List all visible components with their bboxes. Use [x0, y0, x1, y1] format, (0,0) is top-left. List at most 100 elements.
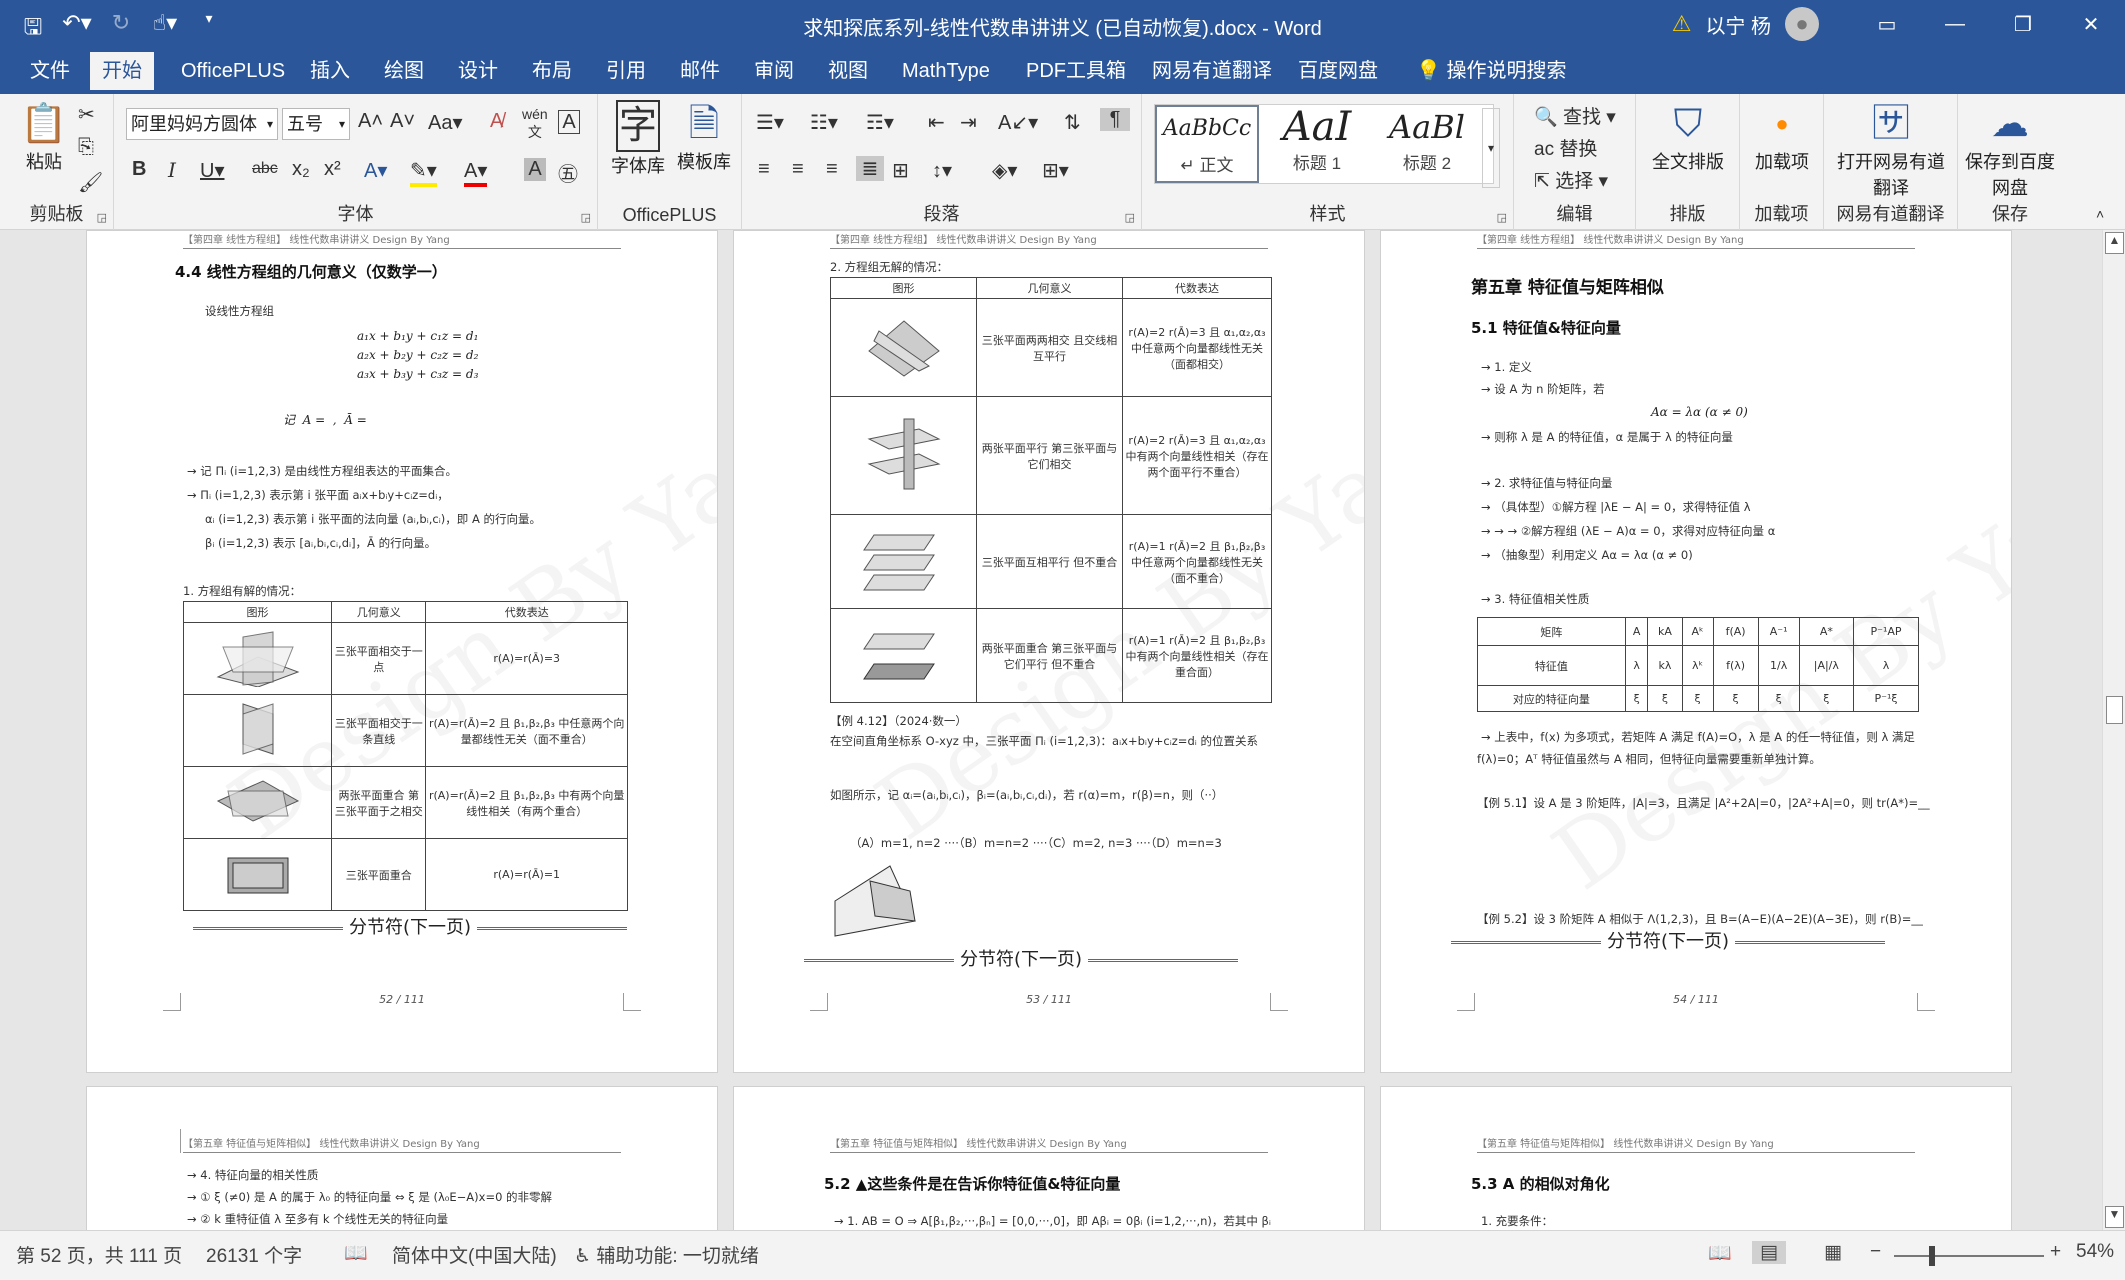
language[interactable]: 简体中文(中国大陆) — [392, 1241, 557, 1268]
save-baidu-button[interactable]: ☁ 保存到百度网盘 — [1964, 100, 2056, 200]
page-54[interactable]: 【第四章 线性方程组】 线性代数串讲讲义 Design By Yang Desi… — [1380, 230, 2012, 1073]
scroll-down-icon[interactable]: ▼ — [2105, 1206, 2124, 1228]
zoom-in-icon[interactable]: + — [2050, 1241, 2061, 1263]
chinese-layout-icon[interactable]: A↙▾ — [998, 110, 1038, 135]
minimize-button[interactable]: — — [1921, 13, 1989, 36]
open-youdao-button[interactable]: 🈂 打开网易有道翻译 — [1830, 100, 1952, 200]
vertical-scrollbar[interactable]: ▲ ▼ — [2102, 230, 2125, 1230]
justify-icon[interactable]: ≣ — [856, 156, 884, 181]
tab-layout[interactable]: 布局 — [526, 56, 578, 94]
word-count[interactable]: 26131 个字 — [206, 1241, 302, 1268]
superscript-button[interactable]: x² — [324, 158, 341, 181]
tab-baidu[interactable]: 百度网盘 — [1292, 56, 1384, 94]
proofing-icon[interactable]: 📖 — [344, 1241, 368, 1265]
load-addin-button[interactable]: ● 加载项 — [1748, 100, 1816, 174]
style-heading-2[interactable]: AaBl 标题 2 — [1375, 105, 1479, 183]
font-library-button[interactable]: 字字体库 — [608, 100, 668, 178]
distributed-icon[interactable]: ⊞ — [892, 158, 909, 183]
template-library-button[interactable]: 🗎 模板库 — [674, 100, 734, 174]
line-spacing-icon[interactable]: ↕▾ — [932, 158, 952, 183]
zoom-slider[interactable] — [1894, 1255, 2044, 1257]
italic-button[interactable]: I — [168, 158, 176, 182]
increase-indent-icon[interactable]: ⇥ — [960, 110, 977, 135]
web-layout-icon[interactable]: ▦ — [1824, 1241, 1842, 1264]
shading-icon[interactable]: ◈▾ — [992, 158, 1017, 183]
read-mode-icon[interactable]: 📖 — [1708, 1241, 1732, 1265]
select-button[interactable]: ⇱ 选择 ▾ — [1534, 166, 1608, 193]
numbering-icon[interactable]: ☷▾ — [810, 110, 838, 135]
tab-pdf-tools[interactable]: PDF工具箱 — [1020, 56, 1132, 94]
tab-draw[interactable]: 绘图 — [378, 56, 430, 94]
highlight-icon[interactable]: ✎▾ — [410, 158, 437, 187]
replace-button[interactable]: ac 替换 — [1534, 134, 1597, 161]
style-normal[interactable]: AaBbCc ↵ 正文 — [1155, 105, 1259, 183]
page-53[interactable]: 【第四章 线性方程组】 线性代数串讲讲义 Design By Yang Desi… — [733, 230, 1365, 1073]
collapse-ribbon-icon[interactable]: ˄ — [2096, 206, 2104, 222]
tab-officeplus[interactable]: OfficePLUS — [175, 56, 291, 94]
shrink-font-icon[interactable]: A˅ — [390, 110, 415, 133]
cut-icon[interactable]: ✂ — [78, 102, 95, 127]
tell-me-search[interactable]: 💡 操作说明搜索 — [1410, 56, 1572, 94]
sort-icon[interactable]: ⇅ — [1064, 110, 1081, 135]
scrollbar-thumb[interactable] — [2106, 696, 2123, 724]
page-56[interactable]: 【第五章 特征值与矩阵相似】 线性代数串讲讲义 Design By Yang 5… — [733, 1086, 1365, 1230]
grow-font-icon[interactable]: A˄ — [358, 110, 383, 133]
warning-icon[interactable]: ⚠ — [1672, 11, 1692, 37]
format-painter-icon[interactable]: 🖌 — [78, 170, 103, 195]
accessibility-status[interactable]: ♿ 辅助功能: 一切就绪 — [574, 1241, 759, 1268]
borders-icon[interactable]: ⊞▾ — [1042, 158, 1069, 183]
decrease-indent-icon[interactable]: ⇤ — [928, 110, 945, 135]
bold-button[interactable]: B — [132, 158, 146, 181]
page-57[interactable]: 【第五章 特征值与矩阵相似】 线性代数串讲讲义 Design By Yang 5… — [1380, 1086, 2012, 1230]
full-text-layout-button[interactable]: ⛉ 全文排版 — [1642, 100, 1734, 174]
find-button[interactable]: 🔍 查找 ▾ — [1534, 102, 1616, 129]
tab-mailings[interactable]: 邮件 — [674, 56, 726, 94]
restore-button[interactable]: ❐ — [1989, 12, 2057, 37]
tab-insert[interactable]: 插入 — [304, 56, 356, 94]
font-size-input[interactable]: 五号 ▾ — [282, 108, 350, 140]
tab-file[interactable]: 文件 — [24, 56, 76, 94]
avatar[interactable]: ● — [1785, 7, 1819, 41]
page-count[interactable]: 第 52 页，共 111 页 — [16, 1241, 182, 1268]
tab-design[interactable]: 设计 — [452, 56, 504, 94]
tab-youdao[interactable]: 网易有道翻译 — [1146, 56, 1278, 94]
zoom-out-icon[interactable]: − — [1870, 1241, 1881, 1263]
char-shading-icon[interactable]: A — [524, 158, 546, 181]
page-55[interactable]: 【第五章 特征值与矩阵相似】 线性代数串讲讲义 Design By Yang →… — [86, 1086, 718, 1230]
underline-button[interactable]: U▾ — [200, 158, 224, 183]
change-case-icon[interactable]: Aa▾ — [428, 110, 463, 135]
tab-view[interactable]: 视图 — [822, 56, 874, 94]
zoom-level[interactable]: 54% — [2076, 1241, 2114, 1263]
dialog-launcher-icon[interactable]: ◲ — [97, 211, 107, 224]
align-left-icon[interactable]: ≡ — [758, 158, 770, 181]
font-color-icon[interactable]: A▾ — [464, 158, 488, 187]
ribbon-display-options-icon[interactable]: ▭ — [1853, 12, 1921, 37]
multilevel-list-icon[interactable]: ☶▾ — [866, 110, 894, 135]
phonetic-guide-icon[interactable]: wén 文 — [522, 106, 548, 142]
paste-button[interactable]: 📋 粘贴 — [14, 100, 74, 174]
page-52[interactable]: 【第四章 线性方程组】 线性代数串讲讲义 Design By Yang Desi… — [86, 230, 718, 1073]
tab-home[interactable]: 开始 — [90, 52, 154, 90]
char-border-icon[interactable]: A — [558, 110, 580, 134]
zoom-slider-thumb[interactable] — [1929, 1246, 1935, 1266]
align-right-icon[interactable]: ≡ — [826, 158, 838, 181]
tab-mathtype[interactable]: MathType — [896, 56, 996, 94]
paragraph-dialog-launcher-icon[interactable]: ◲ — [1125, 211, 1135, 224]
subscript-button[interactable]: x₂ — [292, 158, 310, 181]
tab-review[interactable]: 审阅 — [748, 56, 800, 94]
align-center-icon[interactable]: ≡ — [792, 158, 804, 181]
enclose-char-icon[interactable]: ㊄ — [558, 158, 578, 187]
font-dialog-launcher-icon[interactable]: ◲ — [581, 211, 591, 224]
print-layout-icon[interactable]: ▤ — [1752, 1241, 1786, 1264]
close-button[interactable]: ✕ — [2057, 12, 2125, 37]
styles-dialog-launcher-icon[interactable]: ◲ — [1497, 211, 1507, 224]
style-heading-1[interactable]: AaI 标题 1 — [1265, 105, 1369, 183]
bullets-icon[interactable]: ☰▾ — [756, 110, 784, 135]
scroll-up-icon[interactable]: ▲ — [2105, 232, 2124, 254]
copy-icon[interactable]: ⎘ — [78, 136, 94, 159]
font-name-input[interactable]: 阿里妈妈方圆体 ▾ — [126, 108, 278, 140]
clear-format-icon[interactable]: A̸ — [490, 110, 503, 133]
strikethrough-button[interactable]: abc — [252, 160, 278, 178]
tab-references[interactable]: 引用 — [600, 56, 652, 94]
styles-scroll-icon[interactable]: ▾ — [1482, 108, 1500, 188]
